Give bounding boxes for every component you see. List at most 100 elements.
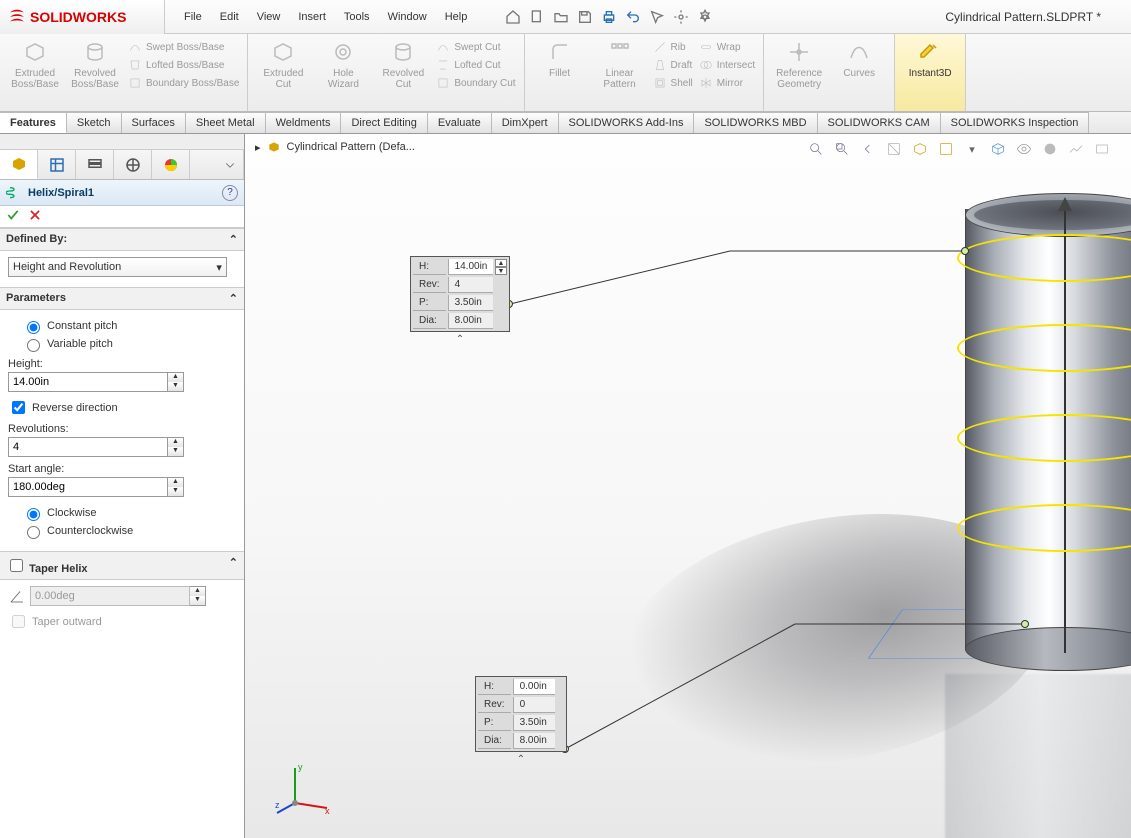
instant3d-button[interactable]: Instant3D: [903, 38, 957, 79]
clockwise-radio[interactable]: [27, 508, 40, 521]
extruded-cut-button[interactable]: Extruded Cut: [256, 38, 310, 90]
svg-text:x: x: [325, 806, 330, 816]
start-angle-input[interactable]: [8, 477, 168, 497]
ok-button[interactable]: [6, 208, 20, 225]
menu-file[interactable]: File: [175, 0, 211, 34]
revolutions-input[interactable]: [8, 437, 168, 457]
swept-cut-button[interactable]: Swept Cut: [436, 40, 515, 54]
menu-view[interactable]: View: [248, 0, 290, 34]
tab-weldments[interactable]: Weldments: [266, 112, 342, 133]
open-icon[interactable]: [550, 6, 572, 28]
shell-button[interactable]: Shell: [653, 76, 693, 90]
hole-wizard-button[interactable]: Hole Wizard: [316, 38, 370, 90]
graphics-viewport[interactable]: ▸ Cylindrical Pattern (Defa... ▾: [245, 134, 1131, 838]
constant-pitch-radio[interactable]: [27, 321, 40, 334]
boundary-cut-button[interactable]: Boundary Cut: [436, 76, 515, 90]
swept-boss-button[interactable]: Swept Boss/Base: [128, 40, 239, 54]
tab-cam[interactable]: SOLIDWORKS CAM: [818, 112, 941, 133]
help-icon[interactable]: ?: [222, 185, 238, 201]
revolved-cut-button[interactable]: Revolved Cut: [376, 38, 430, 90]
reverse-direction-check[interactable]: [12, 401, 25, 414]
menu-insert[interactable]: Insert: [289, 0, 335, 34]
select-icon[interactable]: [646, 6, 668, 28]
pin-icon[interactable]: [476, 0, 494, 34]
tab-inspection[interactable]: SOLIDWORKS Inspection: [941, 112, 1090, 133]
tab-features[interactable]: Features: [0, 112, 67, 133]
lofted-boss-button[interactable]: Lofted Boss/Base: [128, 58, 239, 72]
wrap-button[interactable]: Wrap: [699, 40, 755, 54]
undo-icon[interactable]: [622, 6, 644, 28]
menu-help[interactable]: Help: [436, 0, 477, 34]
collapse-icon[interactable]: ⌃: [229, 292, 238, 305]
chevron-down-icon[interactable]: ⌃: [517, 754, 525, 765]
print-icon[interactable]: [598, 6, 620, 28]
command-tabs: Features Sketch Surfaces Sheet Metal Wel…: [0, 112, 1131, 134]
fillet-button[interactable]: Fillet: [533, 38, 587, 79]
start-angle-spinner[interactable]: ▲▼: [168, 477, 184, 497]
tab-mbd[interactable]: SOLIDWORKS MBD: [694, 112, 817, 133]
brand-text: SOLIDWORKS: [30, 9, 126, 25]
helix-bottom-point[interactable]: [1021, 620, 1029, 628]
tab-surfaces[interactable]: Surfaces: [122, 112, 186, 133]
save-icon[interactable]: [574, 6, 596, 28]
collapse-icon[interactable]: ⌃: [229, 233, 238, 246]
height-spinner[interactable]: ▲▼: [168, 372, 184, 392]
tab-dimxpert[interactable]: DimXpert: [492, 112, 559, 133]
curves-button[interactable]: Curves: [832, 38, 886, 79]
extruded-boss-button[interactable]: Extruded Boss/Base: [8, 38, 62, 90]
intersect-button[interactable]: Intersect: [699, 58, 755, 72]
revolved-boss-button[interactable]: Revolved Boss/Base: [68, 38, 122, 90]
pm-tab-appear[interactable]: [152, 150, 190, 179]
svg-text:z: z: [275, 800, 280, 810]
helix-top-callout[interactable]: ▲▼ H:14.00in Rev:4 P:3.50in Dia:8.00in ⌃: [410, 256, 510, 332]
callout-spinner[interactable]: ▲▼: [495, 259, 507, 275]
pm-tab-dim[interactable]: [114, 150, 152, 179]
options-icon[interactable]: [694, 6, 716, 28]
defined-by-combo[interactable]: Height and Revolution▾: [8, 257, 227, 277]
chevron-down-icon[interactable]: ⌃: [456, 334, 464, 345]
rebuild-icon[interactable]: [670, 6, 692, 28]
tab-sketch[interactable]: Sketch: [67, 112, 122, 133]
svg-text:y: y: [298, 762, 303, 772]
counterclockwise-radio[interactable]: [27, 526, 40, 539]
height-input[interactable]: [8, 372, 168, 392]
tab-directediting[interactable]: Direct Editing: [341, 112, 427, 133]
app-logo: SOLIDWORKS: [0, 0, 165, 34]
taper-helix-check[interactable]: [10, 559, 23, 572]
boundary-boss-button[interactable]: Boundary Boss/Base: [128, 76, 239, 90]
pm-tab-config[interactable]: [38, 150, 76, 179]
mirror-button[interactable]: Mirror: [699, 76, 755, 90]
tab-addins[interactable]: SOLIDWORKS Add-Ins: [559, 112, 695, 133]
pm-tab-more[interactable]: [190, 150, 244, 179]
helix-bottom-callout[interactable]: H:0.00in Rev:0 P:3.50in Dia:8.00in ⌃: [475, 676, 567, 752]
ref-geometry-button[interactable]: Reference Geometry: [772, 38, 826, 90]
pm-tab-feature[interactable]: [0, 150, 38, 179]
menu-tools[interactable]: Tools: [335, 0, 379, 34]
collapse-icon[interactable]: ⌃: [229, 556, 238, 575]
taper-spinner: ▲▼: [190, 586, 206, 606]
tab-evaluate[interactable]: Evaluate: [428, 112, 492, 133]
rib-button[interactable]: Rib: [653, 40, 693, 54]
cancel-button[interactable]: [28, 208, 42, 225]
variable-pitch-radio[interactable]: [27, 339, 40, 352]
linear-pattern-button[interactable]: Linear Pattern: [593, 38, 647, 90]
property-manager: Helix/Spiral1 ? Defined By:⌃ Height and …: [0, 134, 245, 838]
helix-icon: [6, 185, 22, 201]
draft-button[interactable]: Draft: [653, 58, 693, 72]
parameters-header: Parameters: [6, 292, 66, 305]
menu-edit[interactable]: Edit: [211, 0, 248, 34]
home-icon[interactable]: [502, 6, 524, 28]
taper-angle-icon: [8, 587, 26, 605]
helix-top-point[interactable]: [961, 247, 969, 255]
height-label: Height:: [8, 358, 236, 370]
start-angle-label: Start angle:: [8, 463, 236, 475]
lofted-cut-button[interactable]: Lofted Cut: [436, 58, 515, 72]
orientation-triad[interactable]: y x z: [275, 758, 335, 818]
pm-tab-display[interactable]: [76, 150, 114, 179]
new-icon[interactable]: [526, 6, 548, 28]
revolutions-spinner[interactable]: ▲▼: [168, 437, 184, 457]
tab-sheetmetal[interactable]: Sheet Metal: [186, 112, 266, 133]
ribbon: Extruded Boss/Base Revolved Boss/Base Sw…: [0, 34, 1131, 112]
menu-window[interactable]: Window: [379, 0, 436, 34]
defined-by-header: Defined By:: [6, 233, 67, 246]
